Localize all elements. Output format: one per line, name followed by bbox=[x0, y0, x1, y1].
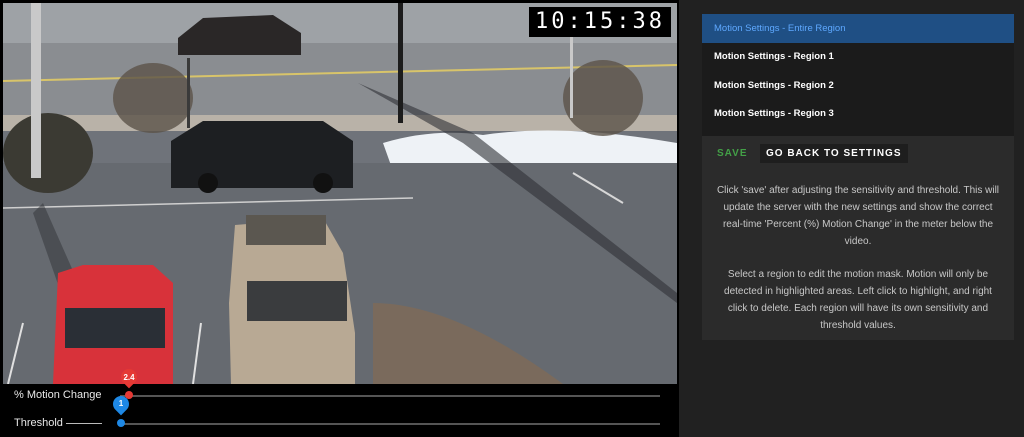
region-3-item[interactable]: Motion Settings - Region 3 bbox=[702, 100, 1014, 129]
region-entire-item[interactable]: Motion Settings - Entire Region bbox=[702, 14, 1014, 43]
threshold-value: 1 bbox=[118, 399, 124, 408]
settings-panel: SAVE GO BACK TO SETTINGS Click 'save' af… bbox=[702, 136, 1014, 340]
motion-change-meter bbox=[120, 395, 660, 397]
camera-scene bbox=[3, 3, 677, 384]
help-text-regions: Select a region to edit the motion mask.… bbox=[724, 269, 992, 331]
camera-video-feed[interactable]: 10:15:38 bbox=[3, 3, 677, 384]
threshold-label: Threshold bbox=[14, 417, 63, 429]
back-to-settings-button[interactable]: GO BACK TO SETTINGS bbox=[760, 144, 908, 163]
threshold-label-dash bbox=[66, 423, 102, 424]
threshold-slider-handle[interactable] bbox=[117, 419, 125, 427]
timestamp-overlay: 10:15:38 bbox=[529, 7, 671, 37]
threshold-slider-track[interactable] bbox=[120, 423, 660, 425]
motion-change-label: % Motion Change bbox=[14, 389, 102, 401]
region-menu: Motion Settings - Entire Region Motion S… bbox=[702, 14, 1014, 136]
motion-settings-screen: 10:15:38 % Motion Change 2.4 Threshold 1… bbox=[0, 0, 1024, 437]
save-button[interactable]: SAVE bbox=[711, 144, 754, 163]
region-1-item[interactable]: Motion Settings - Region 1 bbox=[702, 43, 1014, 72]
region-2-item[interactable]: Motion Settings - Region 2 bbox=[702, 71, 1014, 100]
motion-value: 2.4 bbox=[123, 373, 135, 382]
video-panel: 10:15:38 % Motion Change 2.4 Threshold 1 bbox=[0, 0, 679, 437]
help-text-save: Click 'save' after adjusting the sensiti… bbox=[716, 185, 1000, 247]
meters-area: % Motion Change 2.4 Threshold 1 bbox=[0, 365, 679, 437]
